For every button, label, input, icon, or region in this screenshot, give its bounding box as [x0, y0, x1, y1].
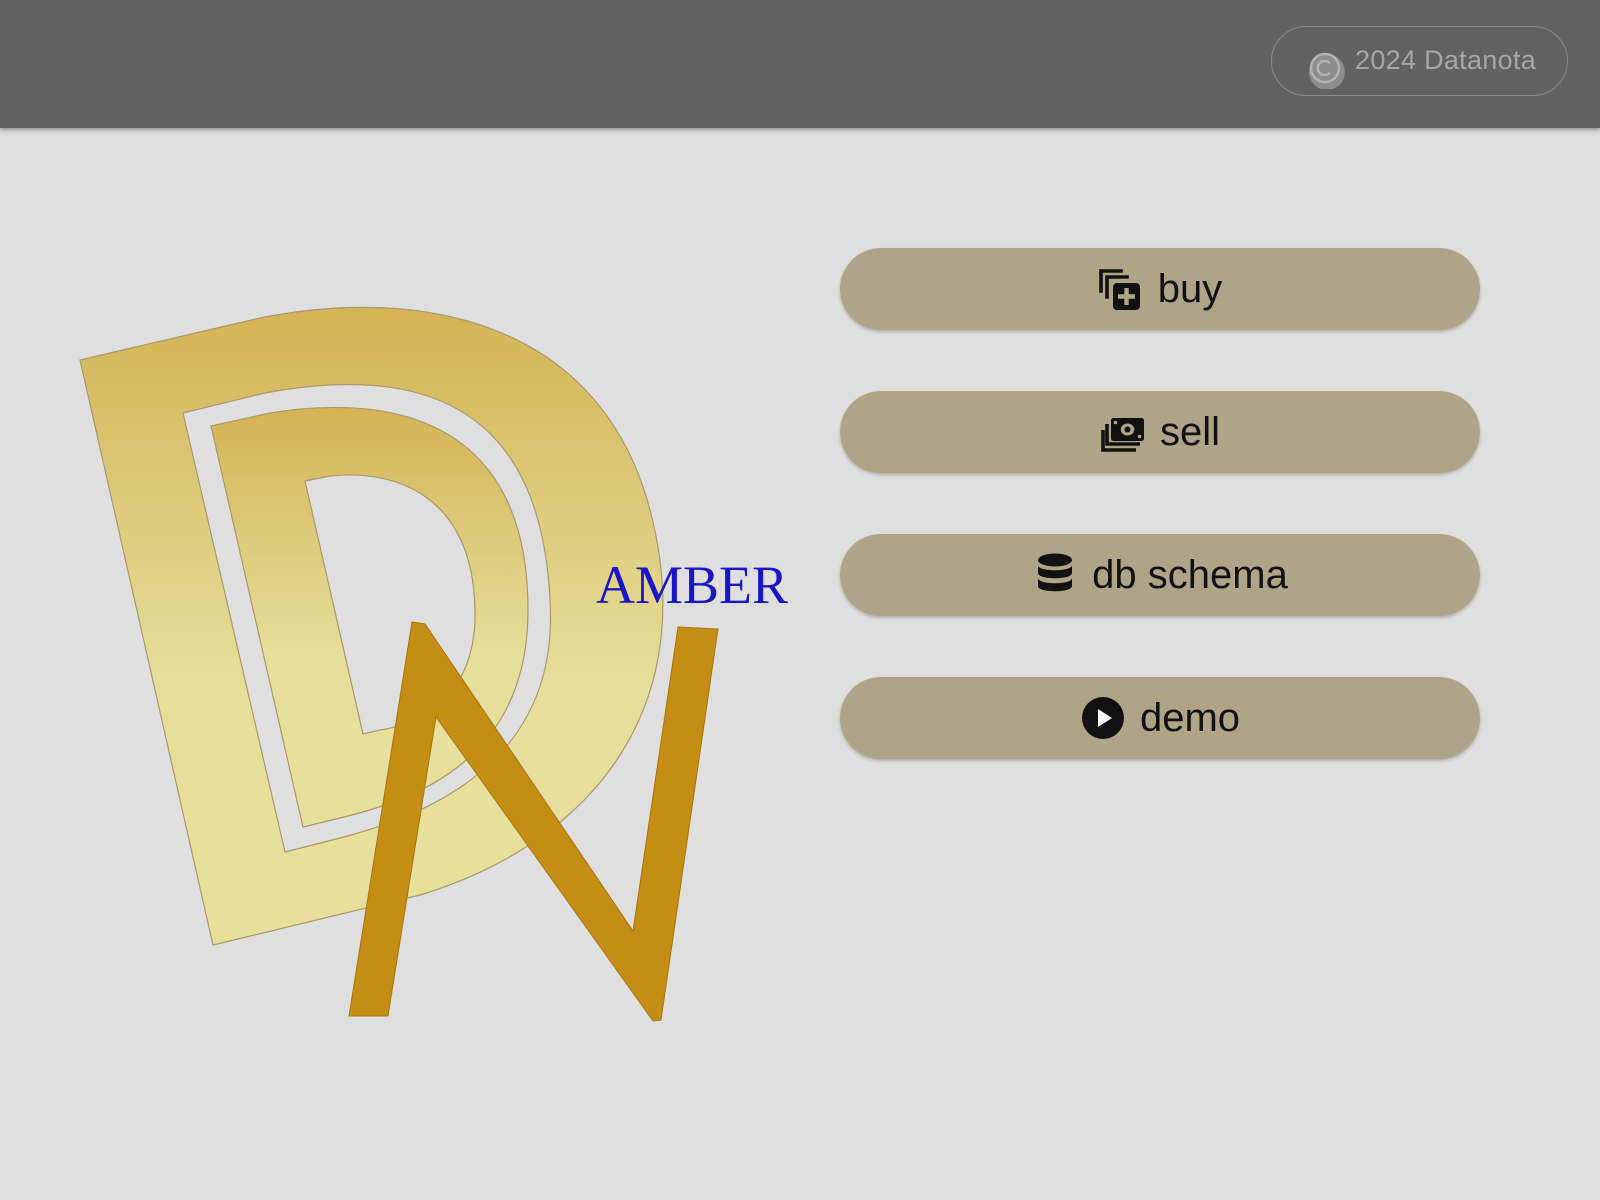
- copyright-badge: 2024 Datanota: [1271, 26, 1568, 96]
- top-bar: 2024 Datanota: [0, 0, 1600, 128]
- play-circle-icon: [1081, 697, 1124, 739]
- demo-button-label: demo: [1139, 695, 1241, 740]
- db-schema-button[interactable]: db schema: [840, 534, 1480, 616]
- logo-n-letter: [348, 621, 719, 1022]
- copyright-text: 2024 Datanota: [1355, 45, 1537, 75]
- logo-wordmark: AMBER: [596, 555, 788, 615]
- money-stack-icon: [1101, 418, 1144, 452]
- db-schema-button-label: db schema: [1092, 552, 1288, 597]
- database-icon: [1038, 553, 1073, 592]
- datanota-amber-logo: AMBER: [79, 306, 788, 1022]
- sell-button-label: sell: [1159, 409, 1221, 454]
- demo-button[interactable]: demo: [840, 677, 1480, 759]
- buy-button-label: buy: [1157, 266, 1223, 311]
- sell-button[interactable]: sell: [840, 391, 1480, 473]
- add-to-collection-icon: [1098, 269, 1140, 310]
- buy-button[interactable]: buy: [840, 248, 1480, 330]
- copyright-icon: [1309, 52, 1345, 89]
